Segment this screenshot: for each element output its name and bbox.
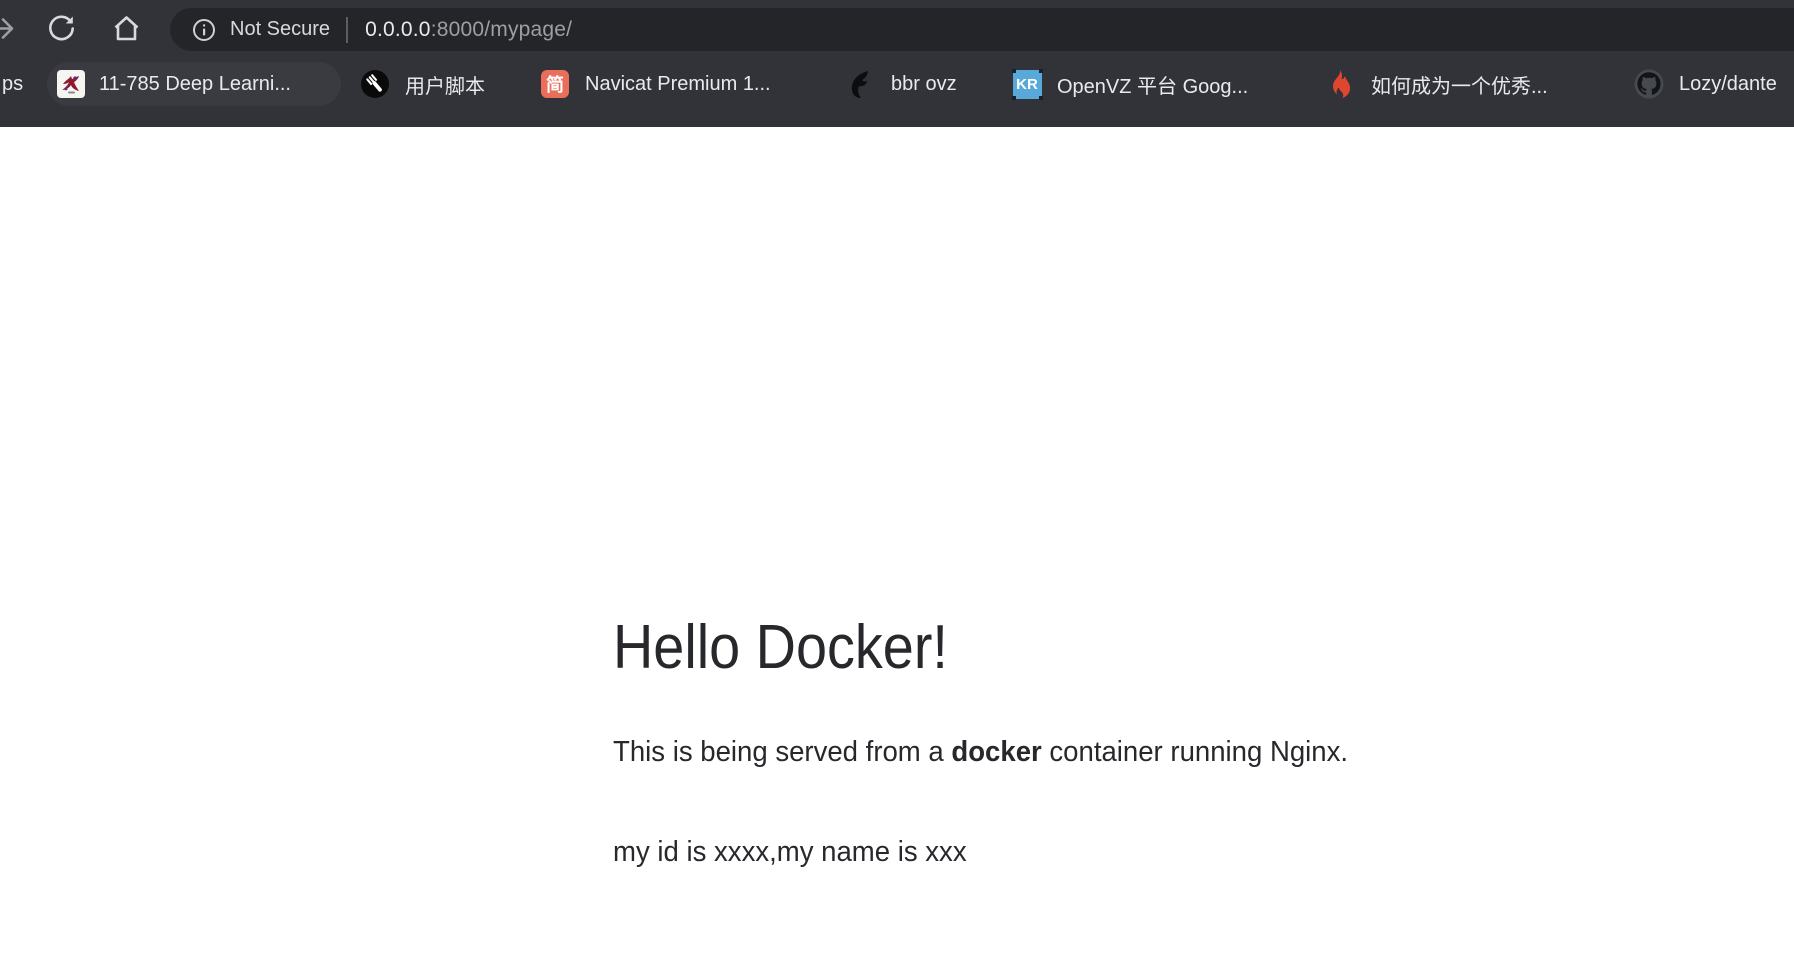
apps-shortcut-partial[interactable]: ps: [2, 62, 23, 106]
greasyfork-fork-favicon: [360, 69, 390, 99]
forward-arrow-icon: [0, 13, 17, 44]
bookmark-github-lozy-dante[interactable]: Lozy/dante: [1634, 62, 1777, 106]
bookmark-bbr-ovz[interactable]: bbr ovz: [846, 62, 957, 106]
bookmark-openvz[interactable]: KR OpenVZ 平台 Goog...: [1012, 62, 1248, 106]
url-text[interactable]: 0.0.0.0:8000/mypage/: [365, 18, 572, 42]
black-bird-favicon: [846, 69, 876, 99]
apps-label: ps: [2, 73, 23, 96]
bookmark-navicat-premium[interactable]: 简 Navicat Premium 1...: [540, 62, 771, 106]
page-info-icon[interactable]: [192, 18, 216, 42]
bookmark-userscripts[interactable]: 用户脚本: [360, 62, 485, 106]
intro-text-start: This is being served from a: [613, 736, 951, 768]
intro-text-end: container running Nginx.: [1042, 736, 1348, 768]
bookmark-label: 11-785 Deep Learni...: [99, 73, 291, 96]
intro-paragraph: This is being served from a docker conta…: [613, 736, 1735, 769]
omnibox-divider: [346, 17, 348, 43]
url-path: :8000/mypage/: [431, 18, 573, 41]
reload-button[interactable]: [46, 13, 77, 44]
bookmark-label: 用户脚本: [405, 70, 485, 99]
kr-favicon: KR: [1012, 69, 1042, 99]
forward-button[interactable]: [0, 13, 17, 44]
cmu-bird-favicon: [57, 70, 85, 98]
browser-toolbar: Not Secure 0.0.0.0:8000/mypage/: [0, 0, 1794, 57]
jianshu-favicon: 简: [540, 69, 570, 99]
browser-chrome: Not Secure 0.0.0.0:8000/mypage/ ps 11-78…: [0, 0, 1794, 127]
github-favicon: [1634, 69, 1664, 99]
bookmark-label: Lozy/dante: [1679, 73, 1777, 96]
docker-bold-word: docker: [951, 736, 1041, 768]
bookmark-label: Navicat Premium 1...: [585, 73, 771, 96]
reload-icon: [46, 13, 77, 44]
bookmarks-bar: ps 11-785 Deep Learni...: [0, 57, 1794, 127]
kr-glyph: KR: [1016, 76, 1038, 93]
url-host: 0.0.0.0: [365, 18, 431, 41]
not-secure-label[interactable]: Not Secure: [230, 18, 330, 41]
bookmark-label: 如何成为一个优秀...: [1371, 70, 1548, 99]
bookmark-zhihu-article[interactable]: 如何成为一个优秀...: [1326, 62, 1548, 106]
address-bar[interactable]: Not Secure 0.0.0.0:8000/mypage/: [170, 8, 1794, 51]
page-content: Hello Docker! This is being served from …: [0, 127, 1794, 958]
bookmark-label: bbr ovz: [891, 73, 957, 96]
jianshu-glyph: 简: [546, 71, 564, 97]
id-name-paragraph: my id is xxxx,my name is xxx: [613, 836, 1735, 869]
bookmark-label: OpenVZ 平台 Goog...: [1057, 70, 1248, 99]
bookmark-11785-deep-learning[interactable]: 11-785 Deep Learni...: [47, 62, 341, 106]
home-button[interactable]: [111, 13, 142, 44]
flame-favicon: [1326, 69, 1356, 99]
home-icon: [111, 13, 142, 44]
page-title: Hello Docker!: [613, 612, 1676, 683]
